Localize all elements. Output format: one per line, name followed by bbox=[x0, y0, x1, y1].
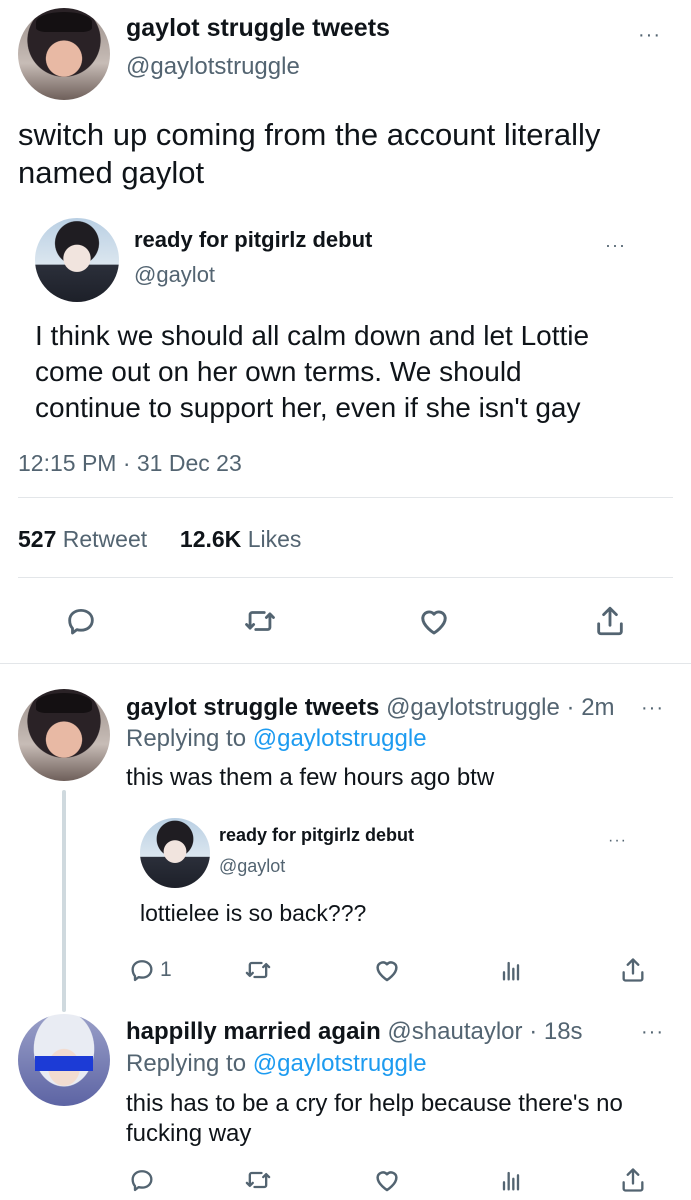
retweet-icon[interactable] bbox=[243, 956, 273, 984]
reply-text-line: fucking way bbox=[126, 1120, 252, 1147]
author-name[interactable]: gaylot struggle tweets bbox=[126, 14, 390, 43]
reply-icon[interactable] bbox=[64, 604, 98, 638]
retweet-icon[interactable] bbox=[242, 604, 278, 638]
more-icon[interactable]: ··· bbox=[641, 1022, 664, 1042]
thread-line bbox=[62, 790, 66, 1012]
retweets-label[interactable]: Retweet bbox=[63, 526, 147, 552]
avatar[interactable] bbox=[18, 8, 110, 100]
likes-label[interactable]: Likes bbox=[248, 526, 302, 552]
more-icon[interactable]: ··· bbox=[638, 25, 661, 45]
quoted-author-handle[interactable]: @gaylot bbox=[219, 856, 285, 877]
author-handle[interactable]: @gaylotstruggle bbox=[126, 53, 300, 81]
reply-author-name[interactable]: gaylot struggle tweets bbox=[126, 694, 379, 721]
tweet-text-line: named gaylot bbox=[18, 155, 205, 190]
retweet-icon[interactable] bbox=[243, 1166, 273, 1194]
quoted-text: I think we should all calm down and let … bbox=[35, 318, 675, 426]
reply-text: this has to be a cry for help because th… bbox=[126, 1089, 686, 1149]
divider bbox=[18, 577, 673, 578]
quoted-text-line: I think we should all calm down and let … bbox=[35, 320, 590, 351]
like-icon[interactable] bbox=[372, 1165, 402, 1195]
reply-text-line: this has to be a cry for help because th… bbox=[126, 1090, 623, 1117]
tweet-text-line: switch up coming from the account litera… bbox=[18, 117, 601, 152]
share-icon[interactable] bbox=[619, 1166, 647, 1194]
engagement-stats: 527 Retweet 12.6K Likes bbox=[18, 526, 301, 553]
quoted-author-name[interactable]: ready for pitgirlz debut bbox=[134, 227, 372, 253]
like-icon[interactable] bbox=[416, 603, 452, 639]
more-icon[interactable]: ··· bbox=[641, 698, 664, 718]
share-icon[interactable] bbox=[619, 956, 647, 984]
replying-to-link[interactable]: @gaylotstruggle bbox=[253, 1050, 427, 1077]
reply-header: happilly married again @shautaylor · 18s bbox=[126, 1018, 583, 1046]
reply-text: this was them a few hours ago btw bbox=[126, 764, 495, 791]
views-icon[interactable] bbox=[497, 956, 525, 984]
timestamp[interactable]: 12:15 PM · 31 Dec 23 bbox=[18, 450, 242, 477]
quoted-avatar[interactable] bbox=[35, 218, 119, 302]
quoted-text: lottielee is so back??? bbox=[140, 900, 367, 926]
likes-count[interactable]: 12.6K bbox=[180, 526, 241, 552]
reply-author-handle[interactable]: @shautaylor bbox=[387, 1018, 522, 1045]
reply-count: 1 bbox=[160, 958, 172, 981]
replying-to: Replying to @gaylotstruggle bbox=[126, 725, 427, 753]
quoted-avatar[interactable] bbox=[140, 818, 210, 888]
more-icon[interactable]: ··· bbox=[608, 833, 627, 849]
quoted-author-handle[interactable]: @gaylot bbox=[134, 262, 215, 288]
quoted-text-line: come out on her own terms. We should bbox=[35, 356, 522, 387]
retweets-count[interactable]: 527 bbox=[18, 526, 56, 552]
divider bbox=[18, 497, 673, 498]
quoted-author-name[interactable]: ready for pitgirlz debut bbox=[219, 825, 414, 846]
replying-to-prefix: Replying to bbox=[126, 1050, 247, 1077]
reply-author-handle[interactable]: @gaylotstruggle bbox=[386, 694, 560, 721]
reply-time[interactable]: · 18s bbox=[529, 1018, 582, 1045]
reply-icon[interactable] bbox=[128, 1166, 156, 1194]
quoted-text-line: continue to support her, even if she isn… bbox=[35, 392, 581, 423]
replying-to-link[interactable]: @gaylotstruggle bbox=[253, 725, 427, 752]
reply-time[interactable]: · 2m bbox=[567, 694, 615, 721]
more-icon[interactable]: ··· bbox=[605, 236, 626, 254]
share-icon[interactable] bbox=[593, 604, 627, 638]
reply-header: gaylot struggle tweets @gaylotstruggle ·… bbox=[126, 694, 615, 722]
like-icon[interactable] bbox=[372, 955, 402, 985]
reply-author-name[interactable]: happilly married again bbox=[126, 1018, 381, 1045]
tweet-text: switch up coming from the account litera… bbox=[18, 116, 678, 192]
reply-icon[interactable] bbox=[128, 956, 156, 984]
reply-avatar[interactable] bbox=[18, 689, 110, 781]
views-icon[interactable] bbox=[497, 1166, 525, 1194]
reply-avatar[interactable] bbox=[18, 1014, 110, 1106]
divider bbox=[0, 663, 691, 664]
replying-to-prefix: Replying to bbox=[126, 725, 247, 752]
replying-to: Replying to @gaylotstruggle bbox=[126, 1050, 427, 1078]
